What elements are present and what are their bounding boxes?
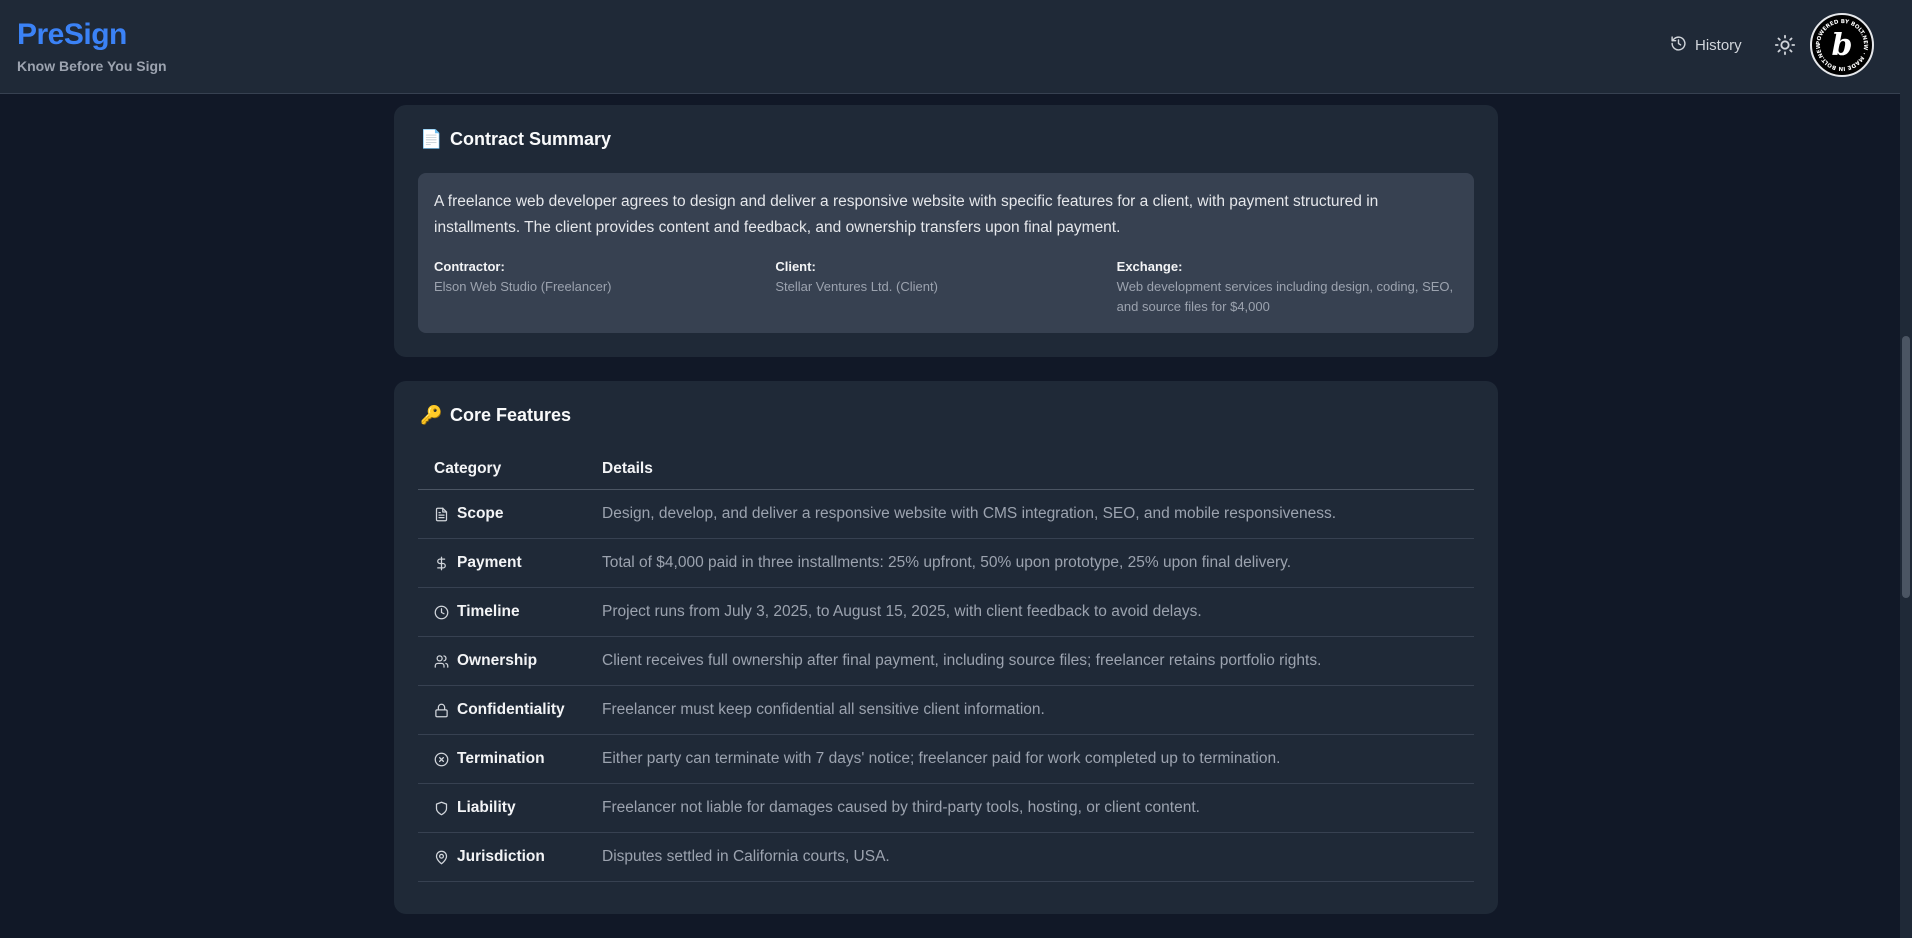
contract-summary-title: Contract Summary (450, 129, 612, 149)
details-text: Disputes settled in California courts, U… (602, 848, 890, 865)
document-icon (435, 507, 448, 521)
table-row: Scope Design, develop, and deliver a res… (418, 490, 1474, 539)
party-exchange: Exchange: Web development services inclu… (1117, 257, 1458, 317)
category-label: Confidentiality (457, 701, 565, 718)
column-header-details: Details (602, 460, 653, 477)
details-text: Either party can terminate with 7 days' … (602, 750, 1281, 767)
core-features-card: 🔑 Core Features Category Details Scope D… (394, 381, 1498, 914)
table-row: Jurisdiction Disputes settled in Califor… (418, 833, 1474, 882)
column-header-category: Category (434, 460, 502, 477)
bolt-badge[interactable]: POWERED BY BOLT.NEW · MADE IN BOLT.NEW b (1810, 13, 1874, 77)
app-header: PreSign Know Before You Sign History POW… (0, 0, 1900, 94)
features-table: Category Details Scope Design, develop, … (418, 449, 1474, 882)
history-icon (1670, 35, 1687, 56)
category-label: Payment (457, 554, 522, 571)
core-features-title: Core Features (450, 405, 572, 425)
summary-box: A freelance web developer agrees to desi… (418, 173, 1474, 333)
brand-title: PreSign (17, 18, 127, 51)
details-text: Freelancer must keep confidential all se… (602, 701, 1045, 718)
details-text: Total of $4,000 paid in three installmen… (602, 554, 1292, 571)
scrollbar-thumb[interactable] (1902, 336, 1910, 598)
theme-toggle-button[interactable] (1774, 34, 1796, 56)
map-pin-icon (435, 850, 448, 864)
table-row: Liability Freelancer not liable for dama… (418, 784, 1474, 833)
details-text: Design, develop, and deliver a responsiv… (602, 505, 1337, 522)
party-label: Contractor: (434, 259, 505, 274)
shield-icon (435, 801, 448, 815)
details-text: Client receives full ownership after fin… (602, 652, 1322, 669)
table-row: Ownership Client receives full ownership… (418, 637, 1474, 686)
category-label: Scope (457, 505, 504, 522)
party-value: Elson Web Studio (Freelancer) (434, 279, 612, 294)
category-label: Liability (457, 799, 516, 816)
table-header: Category Details (418, 449, 1474, 490)
party-value: Stellar Ventures Ltd. (Client) (775, 279, 938, 294)
brand-tagline: Know Before You Sign (17, 58, 167, 74)
contract-summary-heading: 📄 Contract Summary (420, 129, 611, 150)
table-row: Confidentiality Freelancer must keep con… (418, 686, 1474, 735)
users-icon (434, 654, 449, 668)
svg-text:POWERED BY BOLT.NEW · MADE IN: POWERED BY BOLT.NEW · MADE IN BOLT.NEW (1816, 19, 1868, 71)
table-row: Termination Either party can terminate w… (418, 735, 1474, 784)
badge-ring-text: POWERED BY BOLT.NEW · MADE IN BOLT.NEW (1816, 19, 1868, 71)
category-label: Termination (457, 750, 545, 767)
party-contractor: Contractor: Elson Web Studio (Freelancer… (434, 257, 775, 317)
history-label: History (1695, 36, 1742, 54)
core-features-heading: 🔑 Core Features (420, 405, 571, 426)
table-row: Timeline Project runs from July 3, 2025,… (418, 588, 1474, 637)
clock-icon (434, 605, 449, 619)
brand[interactable]: PreSign Know Before You Sign (17, 18, 167, 74)
x-circle-icon (434, 752, 449, 766)
party-client: Client: Stellar Ventures Ltd. (Client) (775, 257, 1116, 317)
party-value: Web development services including desig… (1116, 279, 1454, 314)
details-text: Freelancer not liable for damages caused… (602, 799, 1200, 816)
category-label: Ownership (457, 652, 538, 669)
document-emoji-icon: 📄 (420, 129, 443, 149)
category-label: Jurisdiction (457, 848, 545, 865)
history-button[interactable]: History (1670, 33, 1742, 57)
badge-ring-text-logo: POWERED BY BOLT.NEW · MADE IN BOLT.NEW (1816, 19, 1868, 71)
page-scrollbar[interactable] (1900, 0, 1912, 938)
contract-summary-card: 📄 Contract Summary A freelance web devel… (394, 105, 1498, 357)
parties-row: Contractor: Elson Web Studio (Freelancer… (434, 257, 1458, 317)
sun-icon (1774, 34, 1796, 56)
dollar-icon (437, 556, 446, 570)
table-row: Payment Total of $4,000 paid in three in… (418, 539, 1474, 588)
key-emoji-icon: 🔑 (420, 405, 443, 425)
summary-text: A freelance web developer agrees to desi… (434, 193, 1379, 236)
party-label: Exchange: (1116, 259, 1183, 274)
party-label: Client: (775, 259, 816, 274)
details-text: Project runs from July 3, 2025, to Augus… (602, 603, 1202, 620)
lock-icon (435, 703, 448, 717)
category-label: Timeline (457, 603, 520, 620)
